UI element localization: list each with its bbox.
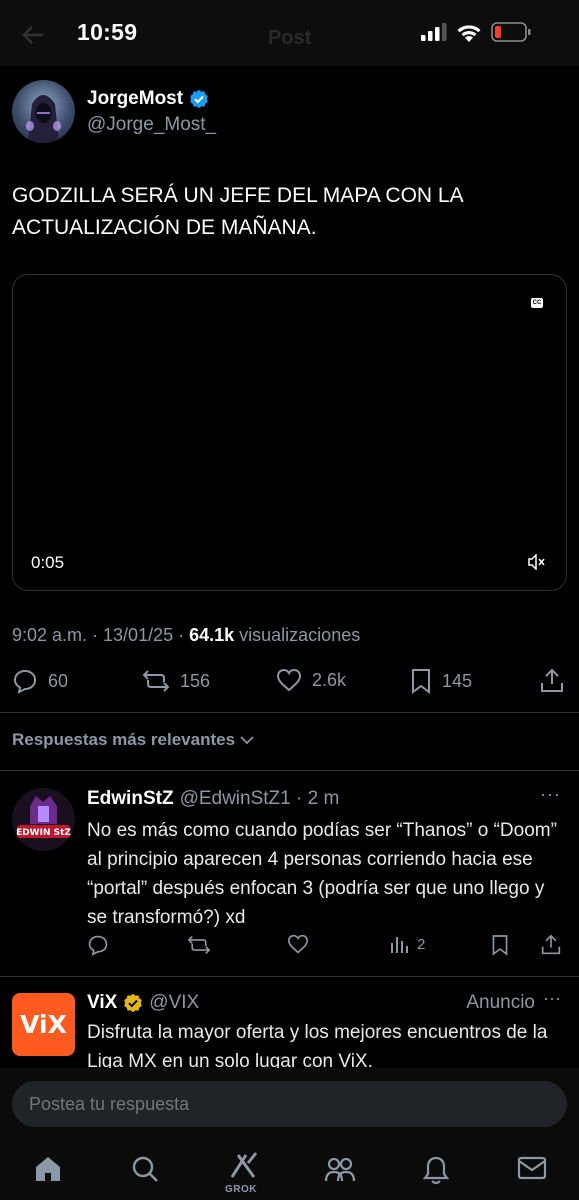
home-icon[interactable] — [34, 1155, 62, 1188]
video-player[interactable]: CC 0:05 — [12, 274, 567, 591]
muted-speaker-icon[interactable] — [528, 554, 546, 570]
reply-like-button[interactable] — [287, 934, 309, 954]
reply-text: No es más como cuando podías ser “Thanos… — [87, 820, 557, 928]
back-arrow-icon[interactable] — [22, 25, 44, 50]
communities-icon[interactable] — [324, 1155, 356, 1188]
divider — [0, 712, 579, 713]
status-bar: Post 10:59 — [0, 0, 579, 66]
ad-text: Disfruta la mayor oferta y los mejores e… — [87, 1022, 548, 1068]
ad-label: Anuncio — [466, 992, 535, 1013]
repost-icon — [142, 670, 170, 692]
reply-avatar[interactable]: EDWIN StZ — [12, 788, 75, 851]
ad-author-name[interactable]: ViX — [87, 992, 117, 1014]
repost-button[interactable]: 156 — [142, 668, 210, 694]
video-elapsed: 0:05 — [31, 553, 65, 572]
battery-low-icon — [491, 22, 531, 42]
reply-views-count: 2 — [417, 935, 426, 953]
reply-author-name[interactable]: EdwinStZ — [87, 788, 174, 810]
post-meta: 9:02 a.m. · 13/01/25 · 64.1k visualizaci… — [12, 625, 360, 646]
ad-handle[interactable]: @VIX — [149, 992, 199, 1014]
author-handle[interactable]: @Jorge_Most_ — [87, 114, 216, 136]
status-icons — [421, 22, 531, 42]
post-author[interactable]: JorgeMost @Jorge_Most_ — [12, 80, 216, 143]
verified-gold-badge-icon — [124, 993, 143, 1013]
share-button[interactable] — [540, 668, 564, 694]
divider — [0, 976, 579, 977]
vix-logo[interactable]: ViX — [12, 993, 75, 1056]
repost-icon — [187, 935, 211, 955]
wifi-icon — [457, 24, 481, 42]
chevron-down-icon — [240, 736, 254, 745]
verified-badge-icon — [190, 89, 208, 108]
signal-icon — [421, 23, 447, 41]
header-title: Post — [268, 27, 312, 49]
post-actions: 60 156 2.6k 145 — [12, 668, 567, 698]
bookmark-button[interactable]: 145 — [410, 668, 472, 694]
reply-views-button[interactable]: 2 — [389, 934, 425, 954]
views-count[interactable]: 64.1k — [189, 625, 234, 645]
reply-reply-button[interactable] — [87, 934, 109, 956]
reply-bookmark-button[interactable] — [491, 934, 509, 956]
share-icon — [541, 668, 563, 692]
like-count: 2.6k — [312, 669, 347, 690]
reply-avatar-text: EDWIN StZ — [16, 828, 71, 838]
author-avatar[interactable] — [12, 80, 75, 143]
captions-icon[interactable]: CC — [531, 298, 543, 308]
reply-icon — [13, 669, 37, 694]
more-options-icon[interactable]: ··· — [543, 988, 561, 1009]
replies-sort-label: Respuestas más relevantes — [12, 730, 236, 749]
reply-icon — [88, 935, 108, 956]
status-time: 10:59 — [77, 19, 138, 45]
bookmark-count: 145 — [442, 670, 473, 691]
reply-composer-input[interactable]: Postea tu respuesta — [12, 1081, 567, 1127]
repost-count: 156 — [180, 670, 211, 691]
author-name[interactable]: JorgeMost — [87, 88, 183, 110]
search-icon[interactable] — [131, 1155, 159, 1188]
like-button[interactable]: 2.6k — [276, 668, 346, 692]
replies-sort-dropdown[interactable]: Respuestas más relevantes — [12, 730, 255, 750]
grok-icon[interactable] — [228, 1151, 258, 1186]
post-text: GODZILLA SERÁ UN JEFE DEL MAPA CON LA AC… — [12, 184, 463, 239]
reply-handle-time[interactable]: @EdwinStZ1 · 2 m — [180, 788, 340, 810]
tab-bar: GROK — [0, 1145, 579, 1200]
divider — [0, 770, 579, 771]
heart-icon — [287, 934, 309, 954]
analytics-icon — [391, 937, 408, 953]
bookmark-icon — [492, 935, 508, 956]
post-timestamp: 9:02 a.m. · 13/01/25 · — [12, 625, 190, 645]
reply-button[interactable]: 60 — [12, 668, 68, 694]
views-label: visualizaciones — [234, 625, 361, 645]
reply-share-button[interactable] — [541, 934, 561, 956]
heart-icon — [276, 668, 302, 692]
more-options-icon[interactable]: ··· — [540, 784, 561, 805]
reply-actions: 2 — [87, 934, 562, 960]
messages-envelope-icon[interactable] — [517, 1155, 547, 1186]
reply-repost-button[interactable] — [187, 934, 211, 956]
share-icon — [541, 934, 561, 955]
notifications-bell-icon[interactable] — [422, 1155, 450, 1190]
grok-label: GROK — [225, 1184, 257, 1195]
reply-count: 60 — [48, 670, 69, 691]
bookmark-icon — [412, 669, 430, 694]
